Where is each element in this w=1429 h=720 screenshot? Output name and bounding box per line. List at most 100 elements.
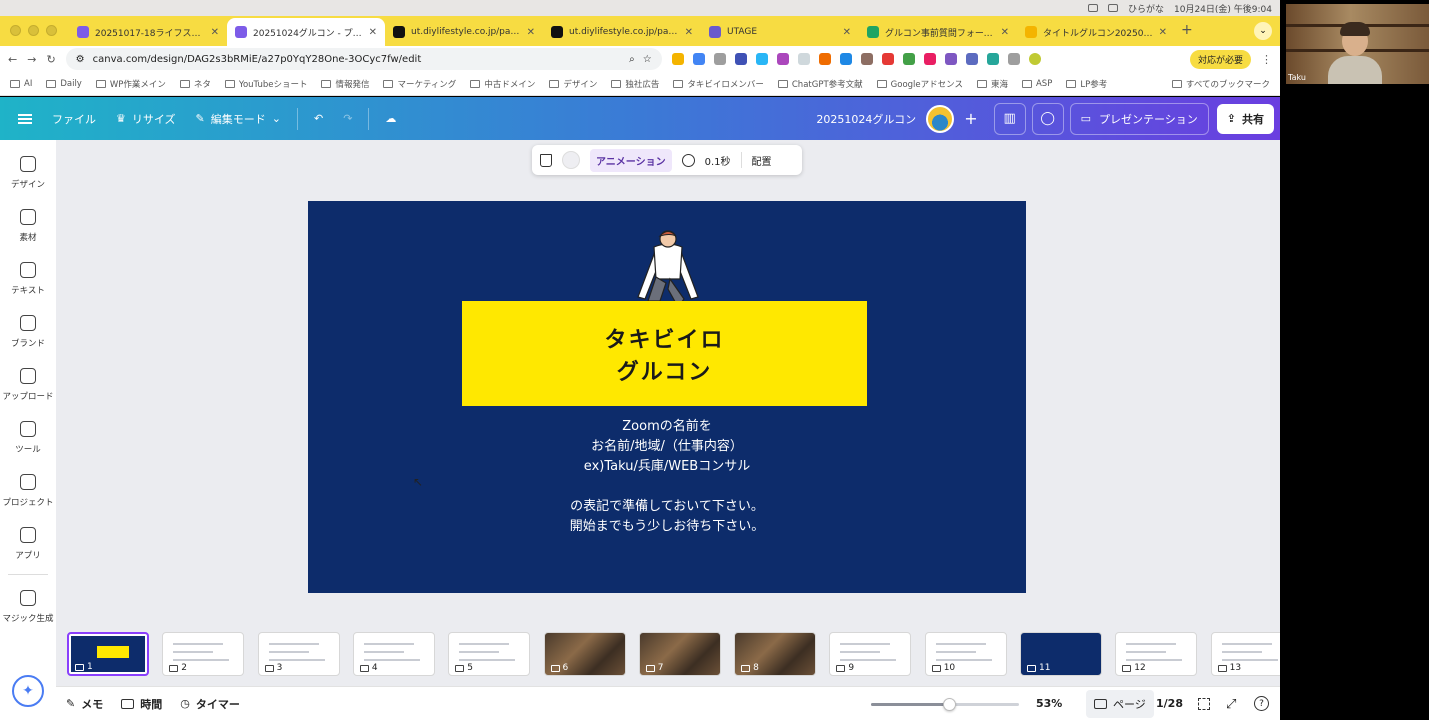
extension-icon[interactable] <box>839 53 852 65</box>
zoom-slider[interactable] <box>871 698 1019 711</box>
bookmark-item[interactable]: 独社広告 <box>611 78 659 90</box>
page-thumbnail[interactable]: 4 <box>352 632 435 676</box>
grid-view-icon[interactable] <box>1198 698 1210 710</box>
extension-icon[interactable] <box>797 53 810 65</box>
color-swatch[interactable] <box>562 151 580 169</box>
extension-icon[interactable] <box>965 53 978 65</box>
all-bookmarks[interactable]: すべてのブックマーク <box>1171 78 1270 90</box>
reload-icon[interactable]: ↻ <box>46 53 55 66</box>
extension-icon[interactable] <box>734 53 747 65</box>
file-menu-button[interactable]: ファイル <box>42 103 106 135</box>
close-tab-icon[interactable]: ✕ <box>1159 27 1167 38</box>
sidebar-item[interactable]: テキスト <box>0 262 56 296</box>
page-thumbnail[interactable]: 8 <box>734 632 817 676</box>
menu-icon[interactable] <box>18 113 32 124</box>
sidebar-item[interactable]: ブランド <box>0 315 56 349</box>
slide-title[interactable]: タキビイロ グルコン <box>462 325 867 389</box>
browser-tab[interactable]: タイトルグルコン20250530 - ✕ <box>1017 18 1175 46</box>
page-thumbnail[interactable]: 6 <box>543 632 626 676</box>
extension-icon[interactable] <box>776 53 789 65</box>
extension-icon[interactable] <box>986 53 999 65</box>
avatar[interactable] <box>926 104 955 133</box>
undo-icon[interactable]: ↶ <box>304 103 333 135</box>
sidebar-item[interactable]: アップロード <box>0 368 56 402</box>
page-thumbnail[interactable]: 7 <box>638 632 721 676</box>
bookmark-item[interactable]: Daily <box>46 79 82 89</box>
pages-button[interactable]: ページ <box>1086 690 1154 718</box>
share-button[interactable]: ⇪ 共有 <box>1216 103 1274 134</box>
notes-button[interactable]: ✎ メモ <box>66 696 103 712</box>
bookmark-item[interactable]: ChatGPT参考文献 <box>777 78 863 90</box>
extension-icon[interactable] <box>713 53 726 65</box>
forward-icon[interactable]: → <box>27 53 36 66</box>
needs-action-button[interactable]: 対応が必要 <box>1189 49 1251 69</box>
close-tab-icon[interactable]: ✕ <box>369 27 377 38</box>
page-thumbnail[interactable]: 12 <box>1115 632 1198 676</box>
bookmark-item[interactable]: 東海 <box>976 78 1008 90</box>
sidebar-item[interactable]: 素材 <box>0 209 56 243</box>
extension-icon[interactable] <box>944 53 957 65</box>
site-info-icon[interactable]: ⚙ <box>76 54 85 65</box>
page-thumbnail[interactable]: 11 <box>1020 632 1102 676</box>
zoom-slider-handle[interactable] <box>943 698 957 711</box>
page-thumbnail[interactable]: 10 <box>924 632 1007 676</box>
browser-tab[interactable]: ut.diylifestyle.co.jp/page/Nq ✕ <box>543 18 701 46</box>
comment-icon[interactable]: ◯ <box>1031 102 1064 135</box>
new-tab-button[interactable]: + <box>1175 22 1199 46</box>
address-bar[interactable]: ⚙ canva.com/design/DAG2s3bRMiE/a27p0YqY2… <box>65 48 662 70</box>
close-window-button[interactable] <box>10 25 21 36</box>
sidebar-item[interactable]: アプリ <box>0 527 56 561</box>
extension-icon[interactable] <box>671 53 684 65</box>
timer-button[interactable]: ◷ タイマー <box>180 696 240 712</box>
page-thumbnail[interactable]: 2 <box>162 632 245 676</box>
zoom-window-button[interactable] <box>46 25 57 36</box>
browser-tab[interactable]: 20251024グルコン - プレゼン ✕ <box>227 18 385 46</box>
close-tab-icon[interactable]: ✕ <box>211 27 219 38</box>
bookmark-item[interactable]: WP作業メイン <box>95 78 166 90</box>
time-button[interactable]: 時間 <box>121 696 162 712</box>
sidebar-item[interactable]: マジック生成 <box>0 590 56 624</box>
bookmark-item[interactable]: マーケティング <box>383 78 456 90</box>
browser-tab[interactable]: ut.diylifestyle.co.jp/page/fgv ✕ <box>385 18 543 46</box>
browser-tab[interactable]: グルコン事前質問フォーム（回答 ✕ <box>859 18 1017 46</box>
bookmark-item[interactable]: 情報発信 <box>321 78 369 90</box>
design-title[interactable]: 20251024グルコン <box>816 111 916 127</box>
bookmark-item[interactable]: YouTubeショート <box>224 78 307 90</box>
trash-icon[interactable] <box>540 153 552 167</box>
help-icon[interactable]: ? <box>1254 696 1269 711</box>
bookmark-item[interactable]: ネタ <box>179 78 211 90</box>
extension-icon[interactable] <box>692 53 705 65</box>
sidebar-item[interactable]: デザイン <box>0 156 56 190</box>
close-tab-icon[interactable]: ✕ <box>843 27 851 38</box>
bookmark-item[interactable]: AI <box>10 79 32 89</box>
slide-canvas[interactable]: タキビイロ グルコン Zoomの名前を お名前/地域/（仕事内容） ex)Taku/… <box>308 201 1026 593</box>
browser-tab[interactable]: UTAGE ✕ <box>701 18 859 46</box>
zoom-level[interactable]: 53% <box>1036 697 1062 710</box>
browser-tab[interactable]: 20251017-18ライフスタイルを ✕ <box>69 18 227 46</box>
bookmark-item[interactable]: Googleアドセンス <box>876 78 963 90</box>
bookmark-item[interactable]: デザイン <box>549 78 597 90</box>
minimize-window-button[interactable] <box>28 25 39 36</box>
zoom-lens-icon[interactable]: ⌕ <box>629 54 635 65</box>
screen-share-icon[interactable] <box>1087 4 1098 12</box>
bookmark-item[interactable]: ASP <box>1021 79 1052 89</box>
page-thumbnail[interactable]: 9 <box>829 632 912 676</box>
extension-icon[interactable] <box>818 53 831 65</box>
redo-icon[interactable]: ↷ <box>333 103 362 135</box>
extension-icon[interactable] <box>755 53 768 65</box>
extension-icon[interactable] <box>923 53 936 65</box>
sidebar-item[interactable]: ツール <box>0 421 56 455</box>
present-button[interactable]: ▭ プレゼンテーション <box>1069 102 1209 135</box>
extension-icon[interactable] <box>902 53 915 65</box>
close-tab-icon[interactable]: ✕ <box>685 27 693 38</box>
bookmark-item[interactable]: タキビイロメンバー <box>673 78 764 90</box>
add-collaborator-button[interactable]: + <box>954 103 987 135</box>
tab-search-button[interactable]: ⌄ <box>1254 22 1272 40</box>
sidebar-item[interactable]: プロジェクト <box>0 474 56 508</box>
bookmark-star-icon[interactable]: ☆ <box>643 54 652 65</box>
chrome-menu-icon[interactable]: ⋮ <box>1261 53 1272 66</box>
insights-chart-icon[interactable]: ▥ <box>993 102 1026 135</box>
page-thumbnail[interactable]: 3 <box>257 632 340 676</box>
bookmark-item[interactable]: LP参考 <box>1066 78 1107 90</box>
edit-mode-button[interactable]: ✎ 編集モード ⌄ <box>186 103 291 135</box>
